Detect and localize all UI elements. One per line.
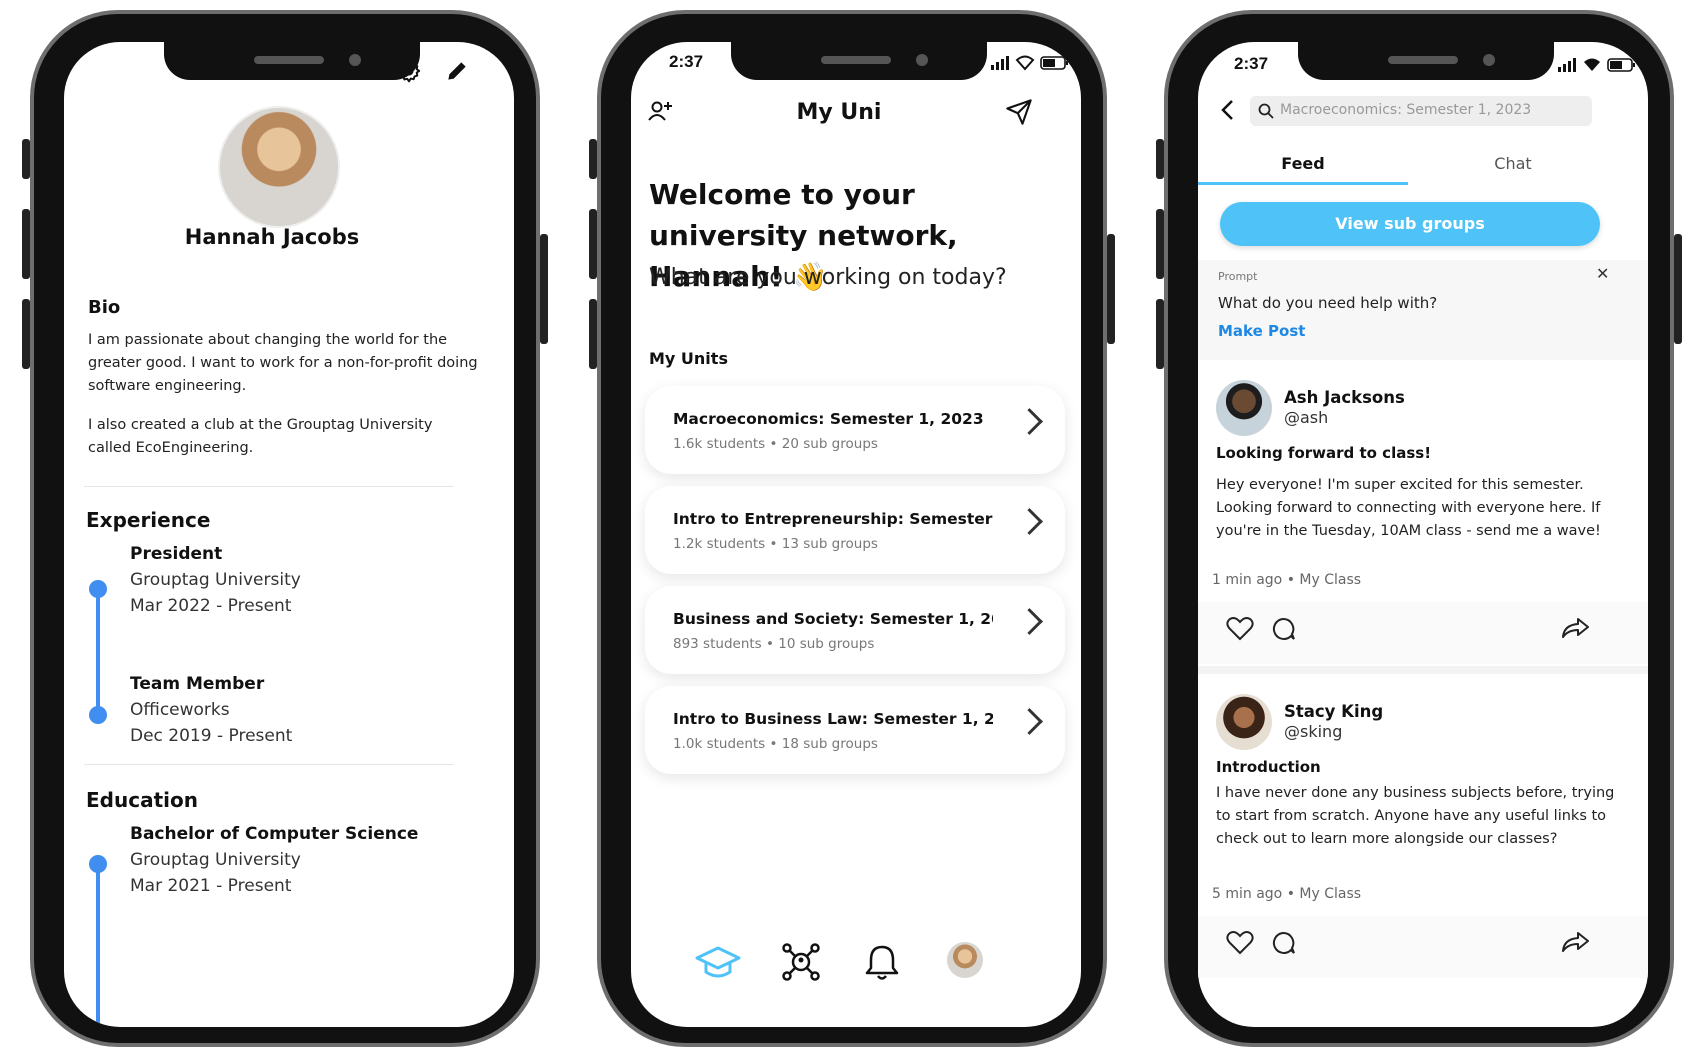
unit-card[interactable]: Business and Society: Semester 1, 2023 8…	[645, 586, 1065, 674]
status-time: 2:37	[669, 52, 704, 71]
post-handle: @sking	[1284, 722, 1343, 741]
back-chevron-icon[interactable]	[1218, 98, 1238, 122]
unit-meta: 1.0k students • 18 sub groups	[673, 736, 878, 752]
timeline-dot	[89, 580, 107, 598]
bio-paragraph-1: I am passionate about changing the world…	[88, 332, 478, 394]
post-handle: @ash	[1284, 408, 1329, 427]
experience-dates: Mar 2022 - Present	[130, 596, 292, 616]
experience-heading: Experience	[86, 508, 211, 532]
avatar[interactable]	[1216, 380, 1272, 436]
experience-role: President	[130, 544, 223, 564]
chevron-right-icon	[1016, 408, 1043, 435]
page-title: My Uni	[796, 100, 882, 125]
post-author[interactable]: Ash Jacksons	[1284, 388, 1405, 407]
profile-name: Hannah Jacobs	[184, 225, 360, 249]
tab-feed[interactable]: Feed	[1198, 154, 1408, 173]
post-separator	[1198, 666, 1648, 674]
experience-org: Officeworks	[130, 700, 230, 720]
post-body: I have never done any business subjects …	[1216, 785, 1615, 847]
education-dates: Mar 2021 - Present	[130, 876, 292, 896]
experience-timeline	[96, 590, 100, 720]
heart-icon[interactable]	[1226, 930, 1254, 956]
status-icons	[991, 54, 1071, 76]
unit-meta: 1.2k students • 13 sub groups	[673, 536, 878, 552]
status-icons	[1558, 56, 1638, 78]
experience-role: Team Member	[130, 674, 265, 694]
unit-title: Intro to Entrepreneurship: Semester 1...	[673, 510, 993, 528]
phone-home: 2:37 My Uni Welcome to your university n…	[589, 10, 1115, 1047]
unit-title: Macroeconomics: Semester 1, 2023	[673, 410, 984, 428]
close-icon[interactable]: ✕	[1596, 264, 1609, 283]
tab-indicator	[1198, 182, 1408, 185]
phone-feed: 2:37 Macroeconomics: Semester 1, 2023 Fe…	[1156, 10, 1682, 1047]
divider	[84, 764, 454, 765]
experience-dates: Dec 2019 - Present	[130, 726, 293, 746]
education-timeline	[96, 864, 100, 1027]
avatar[interactable]	[1216, 694, 1272, 750]
edit-icon[interactable]	[444, 58, 470, 84]
profile-screen: Hannah Jacobs Bio I am passionate about …	[64, 42, 514, 1027]
comment-icon[interactable]	[1270, 616, 1296, 642]
unit-meta: 1.6k students • 20 sub groups	[673, 436, 878, 452]
search-input[interactable]: Macroeconomics: Semester 1, 2023	[1250, 96, 1592, 126]
education-degree: Bachelor of Computer Science	[130, 824, 419, 844]
welcome-question: What are you working on today?	[649, 265, 1007, 290]
bio-paragraph-2: I also created a club at the Grouptag Un…	[88, 417, 433, 456]
comment-icon[interactable]	[1270, 930, 1296, 956]
bio-heading: Bio	[88, 297, 121, 318]
profile-avatar[interactable]	[947, 942, 983, 978]
share-icon[interactable]	[1560, 930, 1590, 954]
unit-title: Intro to Business Law: Semester 1, 2023	[673, 710, 993, 728]
chevron-right-icon	[1016, 508, 1043, 535]
home-screen: 2:37 My Uni Welcome to your university n…	[631, 42, 1081, 1027]
make-post-link[interactable]: Make Post	[1218, 322, 1305, 340]
prompt-label: Prompt	[1218, 270, 1258, 283]
network-icon[interactable]	[781, 942, 821, 982]
chevron-right-icon	[1016, 608, 1043, 635]
unit-card[interactable]: Intro to Entrepreneurship: Semester 1...…	[645, 486, 1065, 574]
view-sub-groups-button[interactable]: View sub groups	[1220, 202, 1600, 246]
post-author[interactable]: Stacy King	[1284, 702, 1383, 721]
timeline-dot	[89, 706, 107, 724]
post-body: Hey everyone! I'm super excited for this…	[1216, 477, 1601, 539]
divider	[84, 486, 454, 487]
chevron-right-icon	[1016, 708, 1043, 735]
unit-card[interactable]: Macroeconomics: Semester 1, 2023 1.6k st…	[645, 386, 1065, 474]
education-org: Grouptag University	[130, 850, 301, 870]
post-title: Introduction	[1216, 758, 1321, 776]
send-icon[interactable]	[1005, 98, 1033, 126]
post-meta: 1 min ago • My Class	[1212, 572, 1362, 588]
status-time: 2:37	[1234, 54, 1269, 73]
unit-title: Business and Society: Semester 1, 2023	[673, 610, 993, 628]
search-icon	[1258, 103, 1274, 119]
phone-profile: Hannah Jacobs Bio I am passionate about …	[22, 10, 548, 1047]
unit-meta: 893 students • 10 sub groups	[673, 636, 875, 652]
share-icon[interactable]	[1560, 616, 1590, 640]
heart-icon[interactable]	[1226, 616, 1254, 642]
experience-org: Grouptag University	[130, 570, 301, 590]
search-placeholder: Macroeconomics: Semester 1, 2023	[1280, 102, 1532, 118]
tab-chat[interactable]: Chat	[1408, 154, 1618, 173]
units-heading: My Units	[649, 349, 728, 368]
bell-icon[interactable]	[863, 942, 901, 982]
education-heading: Education	[86, 788, 198, 812]
feed-screen: 2:37 Macroeconomics: Semester 1, 2023 Fe…	[1198, 42, 1648, 1027]
avatar[interactable]	[218, 106, 340, 228]
prompt-text: What do you need help with?	[1218, 294, 1438, 312]
post-title: Looking forward to class!	[1216, 444, 1432, 462]
graduation-cap-icon[interactable]	[693, 942, 743, 982]
timeline-dot	[89, 855, 107, 873]
post-meta: 5 min ago • My Class	[1212, 886, 1362, 902]
unit-card[interactable]: Intro to Business Law: Semester 1, 2023 …	[645, 686, 1065, 774]
